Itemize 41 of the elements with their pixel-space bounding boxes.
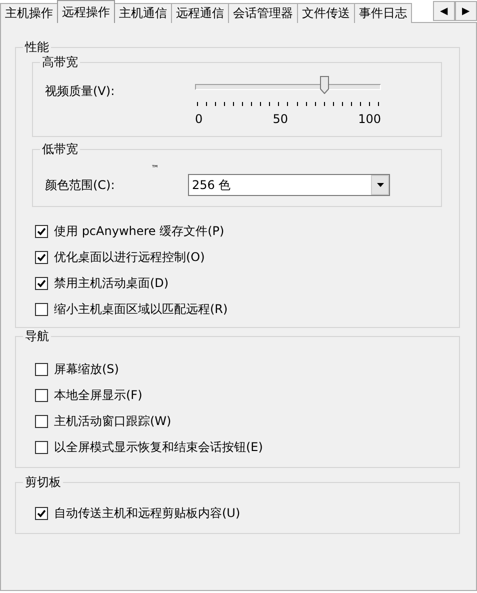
tab[interactable]: 主机操作 [0,3,58,23]
scale-label: 0 [195,112,203,126]
checkbox-label: 屏幕缩放(S) [54,360,119,378]
group-title: 剪切板 [23,474,63,491]
checkbox[interactable] [35,388,48,402]
group-title: 导航 [23,328,51,345]
checkbox[interactable] [35,362,48,376]
caret-icon [376,183,384,187]
checkbox[interactable] [35,250,48,264]
dropdown[interactable]: 256 色 [188,174,390,196]
checkbox-label: 以全屏模式显示恢复和结束会话按钮(E) [54,438,263,456]
tab-scroll-button[interactable]: ▶ [455,1,477,21]
tab[interactable]: 远程通信 [171,3,229,23]
checkbox-label: 使用 pcAnywhere 缓存文件(P) [54,222,224,240]
group-title: 高带宽 [40,54,80,71]
checkbox-label: 主机活动窗口跟踪(W) [54,412,172,430]
tab[interactable]: 会话管理器 [228,3,298,23]
checkbox[interactable] [35,276,48,290]
checkbox[interactable] [35,506,48,520]
checkbox[interactable] [35,302,48,316]
checkbox[interactable] [35,414,48,428]
scale-label: 50 [272,112,288,126]
checkbox[interactable] [35,440,48,454]
slider-label: 视频质量(V): [45,83,116,100]
dropdown-label: 颜色范围(C): [45,177,116,194]
checkbox[interactable] [35,224,48,238]
tab[interactable]: 事件日志 [354,3,412,23]
tab[interactable]: 主机通信 [114,3,172,23]
slider-thumb[interactable] [320,76,329,94]
checkbox-label: 优化桌面以进行远程控制(O) [54,248,205,266]
group-title: 低带宽 [40,141,80,158]
tab-scroll-button[interactable]: ◀ [433,1,455,21]
checkbox-label: 本地全屏显示(F) [54,386,142,404]
checkbox-label: 缩小主机桌面区域以匹配远程(R) [54,300,228,318]
trademark-mark: ™ [151,164,160,174]
tab[interactable]: 远程操作 [57,0,115,23]
checkbox-label: 自动传送主机和远程剪贴板内容(U) [54,504,240,522]
checkbox-label: 禁用主机活动桌面(D) [54,274,169,292]
scale-label: 100 [358,112,381,126]
group-title: 性能 [23,39,51,56]
tab[interactable]: 文件传送 [297,3,355,23]
